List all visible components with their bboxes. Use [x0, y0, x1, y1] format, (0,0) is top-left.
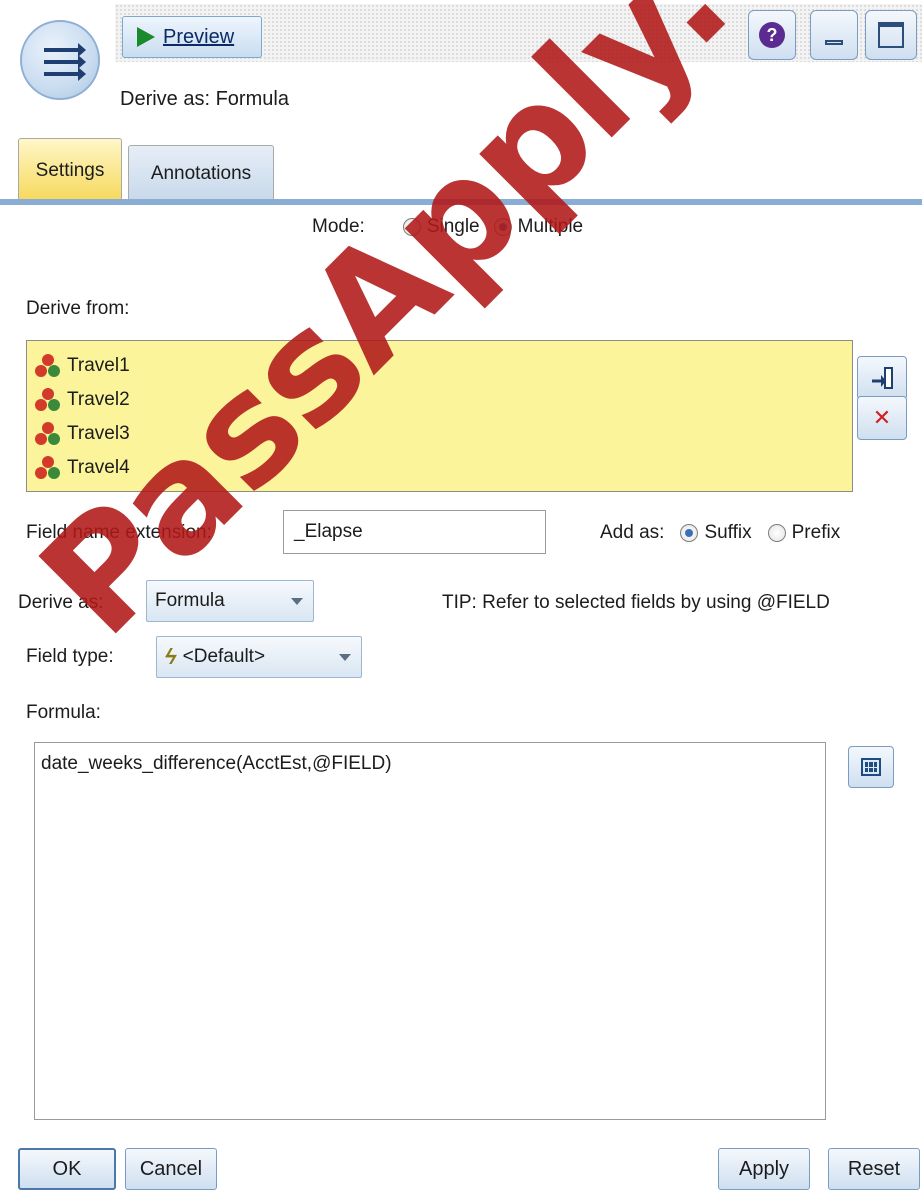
minimize-button[interactable]	[810, 10, 858, 60]
field-type-select[interactable]: ϟ <Default>	[156, 636, 362, 678]
ok-button[interactable]: OK	[18, 1148, 116, 1190]
mode-single-radio[interactable]	[402, 218, 421, 236]
field-set-icon	[35, 388, 61, 412]
preview-button[interactable]: Preview	[122, 16, 262, 58]
prefix-option[interactable]: Prefix	[767, 522, 841, 544]
mode-multiple-label: Multiple	[517, 216, 584, 237]
preview-label: Preview	[163, 25, 235, 48]
mode-single-option[interactable]: Single	[402, 216, 480, 238]
help-icon: ?	[759, 22, 785, 48]
chevron-down-icon	[291, 597, 303, 605]
mode-label: Mode:	[312, 216, 365, 237]
mode-single-label: Single	[426, 216, 480, 237]
add-as-label: Add as:	[600, 522, 665, 543]
field-name: Travel2	[67, 389, 130, 410]
prefix-label: Prefix	[791, 522, 841, 543]
list-item[interactable]: Travel1	[27, 349, 852, 383]
extension-label: Field name extension:	[26, 522, 212, 543]
expression-builder-button[interactable]	[848, 746, 894, 788]
tab-annotations[interactable]: Annotations	[128, 145, 274, 202]
tip-text: TIP: Refer to selected fields by using @…	[442, 592, 830, 613]
play-icon	[137, 27, 155, 47]
add-as-row: Add as: Suffix Prefix	[600, 522, 840, 544]
minimize-icon	[825, 39, 843, 45]
derive-node-icon	[20, 20, 100, 100]
calculator-icon	[861, 758, 881, 776]
move-field-icon	[872, 367, 893, 389]
delete-icon: ✕	[872, 405, 892, 430]
derive-as-value: Formula	[155, 590, 225, 611]
list-item[interactable]: Travel3	[27, 417, 852, 451]
list-item[interactable]: Travel2	[27, 383, 852, 417]
maximize-icon	[878, 22, 904, 48]
mode-multiple-option[interactable]: Multiple	[493, 216, 584, 238]
prefix-radio[interactable]	[767, 524, 786, 542]
suffix-option[interactable]: Suffix	[680, 522, 752, 544]
field-name: Travel1	[67, 355, 130, 376]
field-set-icon	[35, 422, 61, 446]
chevron-down-icon	[339, 653, 351, 661]
extension-input[interactable]: _Elapse	[283, 510, 546, 554]
lightning-icon: ϟ	[162, 644, 180, 669]
mode-row: Mode: Single Multiple	[312, 216, 583, 238]
field-set-icon	[35, 456, 61, 480]
derive-from-label: Derive from:	[26, 298, 130, 319]
suffix-label: Suffix	[704, 522, 752, 543]
tab-settings[interactable]: Settings	[18, 138, 122, 202]
field-set-icon	[35, 354, 61, 378]
node-subtitle: Derive as: Formula	[120, 88, 289, 110]
formula-editor[interactable]: date_weeks_difference(AcctEst,@FIELD)	[34, 742, 826, 1120]
suffix-radio[interactable]	[680, 524, 699, 542]
field-name: Travel4	[67, 457, 130, 478]
cancel-button[interactable]: Cancel	[125, 1148, 217, 1190]
field-type-value: <Default>	[182, 646, 266, 667]
maximize-button[interactable]	[865, 10, 917, 60]
reset-button[interactable]: Reset	[828, 1148, 920, 1190]
formula-label: Formula:	[26, 702, 101, 723]
tab-divider	[0, 199, 922, 205]
field-type-label: Field type:	[26, 646, 114, 667]
delete-field-button[interactable]: ✕	[857, 396, 907, 440]
list-item[interactable]: Travel4	[27, 451, 852, 485]
pick-fields-button[interactable]	[857, 356, 907, 400]
help-button[interactable]: ?	[748, 10, 796, 60]
apply-button[interactable]: Apply	[718, 1148, 810, 1190]
mode-multiple-radio[interactable]	[493, 218, 512, 236]
derive-as-label: Derive as:	[18, 592, 104, 613]
field-name: Travel3	[67, 423, 130, 444]
derive-as-select[interactable]: Formula	[146, 580, 314, 622]
derive-from-list[interactable]: Travel1 Travel2 Travel3 Travel4	[26, 340, 853, 492]
